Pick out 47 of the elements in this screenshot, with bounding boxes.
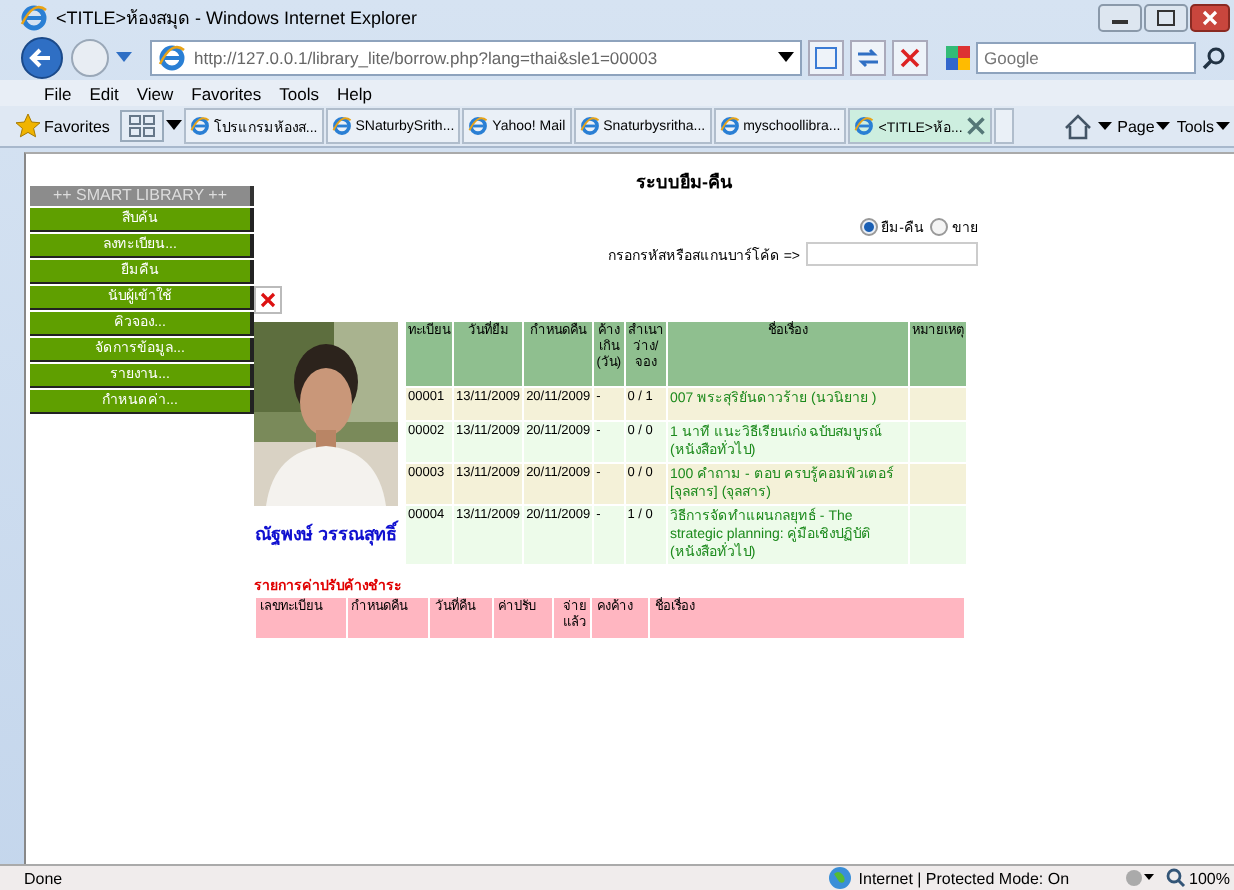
toolbar-menu-button[interactable]: Page xyxy=(1117,117,1171,135)
caret-icon xyxy=(1216,121,1230,131)
page-icon xyxy=(854,116,875,136)
minimize-icon[interactable] xyxy=(1098,4,1142,32)
window-title: <TITLE>ห้องสมุด - Windows Internet Explorer xyxy=(56,6,420,32)
menu-item[interactable]: Favorites xyxy=(191,83,262,103)
favorites-button[interactable]: Favorites xyxy=(16,114,118,138)
stop-icon[interactable] xyxy=(892,40,928,76)
status-text: Done xyxy=(24,869,65,887)
page-icon xyxy=(158,44,186,72)
globe-icon xyxy=(828,866,853,890)
zoom-control[interactable]: 100% xyxy=(1165,868,1230,888)
quick-tabs-icon[interactable] xyxy=(119,110,164,142)
page-icon xyxy=(579,116,600,136)
security-zone: Internet | Protected Mode: On xyxy=(828,866,1070,890)
caret-icon xyxy=(1156,121,1171,131)
menu-item[interactable]: View xyxy=(136,83,174,103)
address-field[interactable]: http://127.0.0.1/library_lite/borrow.php?lang=thai&sle1=00003 xyxy=(150,40,802,76)
menu-item[interactable]: Help xyxy=(336,83,372,103)
refresh-icon[interactable] xyxy=(850,40,886,76)
page-icon xyxy=(468,116,489,136)
dropdown-icon[interactable] xyxy=(778,52,794,64)
search-icon[interactable] xyxy=(1202,46,1226,70)
search-field[interactable]: Google xyxy=(976,42,1196,74)
menu-item[interactable]: File xyxy=(44,83,72,103)
member-name[interactable]: ณัฐพงษ์ วรรณสุทธิ์ xyxy=(250,524,402,546)
close-icon[interactable] xyxy=(966,116,987,136)
dropdown-icon[interactable] xyxy=(165,120,182,132)
maximize-icon[interactable] xyxy=(1144,4,1188,32)
close-icon[interactable] xyxy=(1190,4,1230,32)
barcode-field[interactable] xyxy=(806,242,978,266)
page-icon xyxy=(189,116,210,136)
menu-item[interactable]: Tools xyxy=(279,83,319,103)
menu-item[interactable]: Edit xyxy=(89,83,119,103)
dropdown-icon[interactable] xyxy=(1097,121,1112,131)
broken-image-icon xyxy=(254,286,282,314)
sidebar-heading: ++ SMART LIBRARY ++ xyxy=(30,186,254,206)
star-icon xyxy=(16,114,40,138)
search-engine-icon xyxy=(946,46,970,70)
toolbar-menu-button[interactable]: Tools xyxy=(1176,117,1230,135)
page-icon xyxy=(331,116,352,136)
page-icon xyxy=(719,116,740,136)
page-title: ระบบยืม-คืน xyxy=(636,170,732,196)
back-icon[interactable] xyxy=(20,36,64,80)
magnifier-icon xyxy=(1165,868,1186,888)
browser-icon xyxy=(20,4,48,32)
home-icon[interactable] xyxy=(1063,113,1092,139)
